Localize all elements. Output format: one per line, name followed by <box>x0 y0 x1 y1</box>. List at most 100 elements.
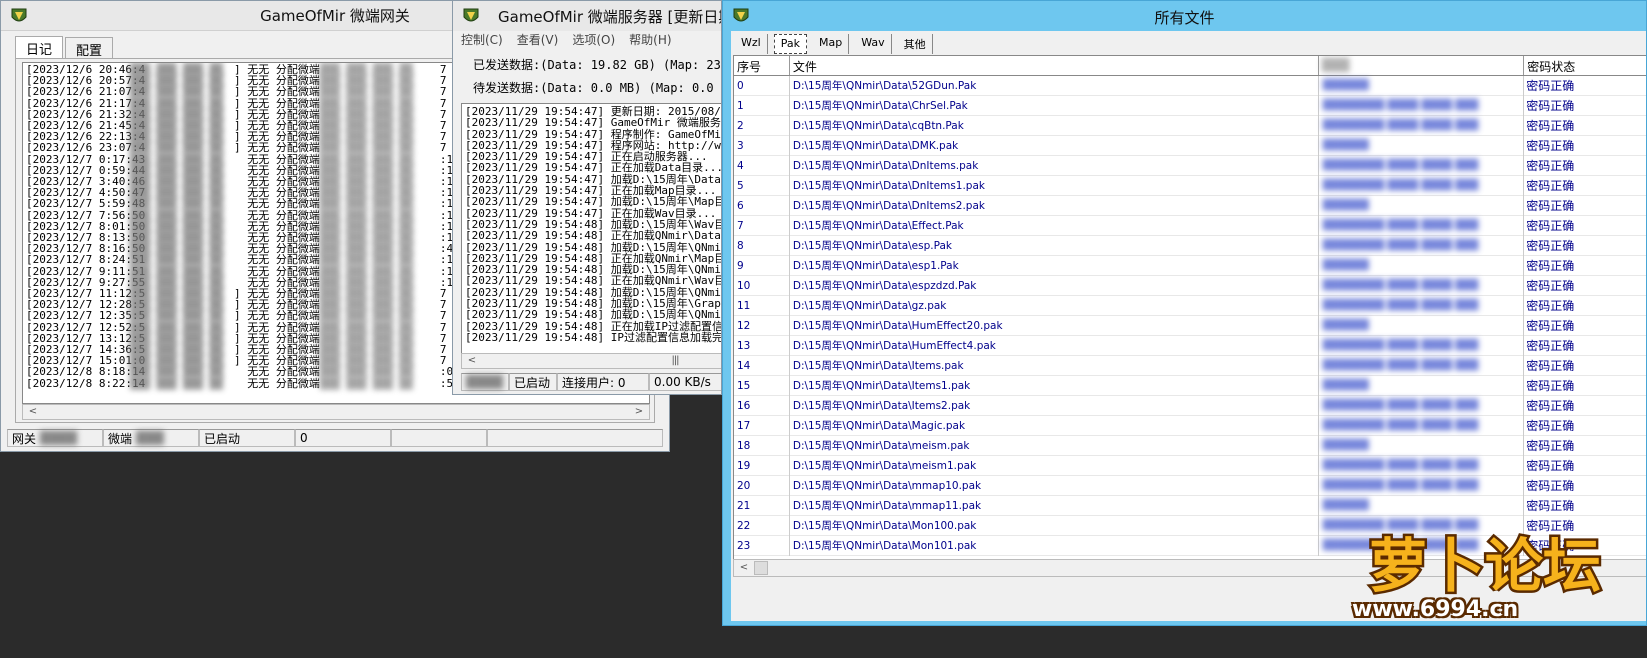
cell-blurred: ████████ ████ ████ ███ <box>1319 95 1525 116</box>
log-line: [2023/11/29 19:54:48] 正在加载QNmir\Data目录. <box>465 229 722 243</box>
cell-no: 0 <box>734 75 790 96</box>
table-row[interactable]: 16 D:\15周年\QNmir\Data\Items2.pak ████████ … <box>734 395 1646 416</box>
cell-no: 7 <box>734 215 790 236</box>
table-row[interactable]: 6 D:\15周年\QNmir\Data\DnItems2.pak ██████ 密码… <box>734 195 1646 216</box>
table-row[interactable]: 5 D:\15周年\QNmir\Data\DnItems1.pak ████████… <box>734 175 1646 196</box>
scroll-left-icon[interactable]: < <box>464 354 480 368</box>
server-window: GameOfMir 微端服务器 [更新日期 控制(C) 查看(V) 选项(O) … <box>452 0 722 395</box>
tab-config[interactable]: 配置 <box>65 37 114 59</box>
cell-no: 20 <box>734 475 790 496</box>
cell-status: 密码正确 <box>1526 379 1575 393</box>
table-row[interactable]: 10 D:\15周年\QNmir\Data\espzdzd.Pak ████████… <box>734 275 1646 296</box>
table-row[interactable]: 7 D:\15周年\QNmir\Data\Effect.Pak ████████ █… <box>734 215 1646 236</box>
cell-status: 密码正确 <box>1526 299 1575 313</box>
cell-no: 21 <box>734 495 790 516</box>
table-row[interactable]: 9 D:\15周年\QNmir\Data\esp1.Pak ██████ 密码正确 <box>734 255 1646 276</box>
table-row[interactable]: 11 D:\15周年\QNmir\Data\gz.pak ████████ ████… <box>734 295 1646 316</box>
cell-blurred: ██████ <box>1319 315 1525 336</box>
menu-control[interactable]: 控制(C) <box>461 31 503 51</box>
col-status-header[interactable]: 密码状态 <box>1524 56 1646 75</box>
table-row[interactable]: 2 D:\15周年\QNmir\Data\cqBtn.Pak ████████ ██… <box>734 115 1646 136</box>
cell-no: 16 <box>734 395 790 416</box>
gateway-title: GameOfMir 微端网关 <box>260 7 410 25</box>
status-state: 已启动 <box>199 429 295 447</box>
server-title: GameOfMir 微端服务器 [更新日期 <box>498 7 722 26</box>
cell-blurred: ██████ <box>1319 375 1525 396</box>
files-table: 序号 文件 ███ 密码状态 0 D:\15周年\QNmir\Data\52GDu… <box>733 55 1646 567</box>
watermark-text: 萝卜论坛 <box>1369 532 1601 600</box>
cell-status: 密码正确 <box>1526 359 1575 373</box>
cell-blurred: ████████ ████ ████ ███ <box>1319 475 1525 496</box>
cell-no: 12 <box>734 315 790 336</box>
table-row[interactable]: 14 D:\15周年\QNmir\Data\Items.pak ████████ █… <box>734 355 1646 376</box>
tab-wzl[interactable]: Wzl <box>735 34 768 54</box>
cell-status: 密码正确 <box>1526 219 1575 233</box>
gateway-hscrollbar[interactable]: < > <box>22 404 650 420</box>
server-log[interactable]: [2023/11/29 19:54:47] 更新日期: 2015/08/08 [2… <box>461 103 722 355</box>
cell-blurred: ████████ ████ ████ ███ <box>1319 115 1525 136</box>
cell-blurred: ████████ ████ ████ ███ <box>1319 155 1525 176</box>
table-row[interactable]: 15 D:\15周年\QNmir\Data\Items1.pak ██████ 密码正… <box>734 375 1646 396</box>
table-row[interactable]: 17 D:\15周年\QNmir\Data\Magic.pak ████████ █… <box>734 415 1646 436</box>
cell-file: D:\15周年\QNmir\Data\52GDun.Pak <box>790 75 1319 96</box>
table-row[interactable]: 21 D:\15周年\QNmir\Data\mmap11.pak ██████ 密码正… <box>734 495 1646 516</box>
files-titlebar[interactable]: 所有文件 <box>723 1 1646 33</box>
cell-no: 17 <box>734 415 790 436</box>
cell-blurred: ██████ <box>1319 255 1525 276</box>
col-no-header[interactable]: 序号 <box>734 56 790 75</box>
cell-status: 密码正确 <box>1526 79 1575 93</box>
cell-file: D:\15周年\QNmir\Data\Items1.pak <box>790 375 1319 396</box>
table-row[interactable]: 8 D:\15周年\QNmir\Data\esp.Pak ████████ ████… <box>734 235 1646 256</box>
table-row[interactable]: 1 D:\15周年\QNmir\Data\ChrSel.Pak ████████ █… <box>734 95 1646 116</box>
scroll-thumb-grip-icon[interactable]: ||| <box>667 354 683 368</box>
table-row[interactable]: 12 D:\15周年\QNmir\Data\HumEffect20.pak ████… <box>734 315 1646 336</box>
table-row[interactable]: 20 D:\15周年\QNmir\Data\mmap10.pak ████████ … <box>734 475 1646 496</box>
menu-help[interactable]: 帮助(H) <box>629 31 671 51</box>
watermark-url: www.6994.cn <box>1352 597 1519 622</box>
col-blurred-header[interactable]: ███ <box>1319 56 1525 75</box>
connected-users: 连接用户: 0 <box>557 373 649 391</box>
files-tabs: Wzl Pak Map Wav 其他 <box>735 34 939 54</box>
cell-blurred: ██████ <box>1319 135 1525 156</box>
server-hscrollbar[interactable]: < ||| <box>461 353 721 369</box>
table-row[interactable]: 18 D:\15周年\QNmir\Data\meism.pak ██████ 密码正确 <box>734 435 1646 456</box>
server-titlebar[interactable]: GameOfMir 微端服务器 [更新日期 <box>453 1 721 31</box>
table-row[interactable]: 13 D:\15周年\QNmir\Data\HumEffect4.pak █████… <box>734 335 1646 356</box>
log-line: [2023/11/29 19:54:48] 加载D:\15周年\QNmir\Gr… <box>465 308 721 322</box>
table-row[interactable]: 0 D:\15周年\QNmir\Data\52GDun.Pak ██████ 密码正确 <box>734 75 1646 96</box>
cell-blurred: ██████ <box>1319 195 1525 216</box>
table-row[interactable]: 3 D:\15周年\QNmir\Data\DMK.pak ██████ 密码正确 <box>734 135 1646 156</box>
status-count: 0 <box>295 429 391 447</box>
cell-blurred: ████████ ████ ████ ███ <box>1319 395 1525 416</box>
tab-log[interactable]: 日记 <box>15 36 64 59</box>
cell-blurred: ████████ ████ ████ ███ <box>1319 335 1525 356</box>
table-row[interactable]: 4 D:\15周年\QNmir\Data\DnItems.pak ████████ … <box>734 155 1646 176</box>
cell-status: 密码正确 <box>1526 419 1575 433</box>
cell-status: 密码正确 <box>1526 99 1575 113</box>
server-menubar: 控制(C) 查看(V) 选项(O) 帮助(H) <box>461 31 686 51</box>
tab-other[interactable]: 其他 <box>898 34 933 54</box>
scroll-left-icon[interactable]: < <box>736 561 752 575</box>
tab-wav[interactable]: Wav <box>855 34 892 54</box>
cell-status: 密码正确 <box>1526 259 1575 273</box>
scroll-thumb[interactable] <box>754 561 768 575</box>
cell-status: 密码正确 <box>1526 479 1575 493</box>
cell-file: D:\15周年\QNmir\Data\meism1.pak <box>790 455 1319 476</box>
menu-options[interactable]: 选项(O) <box>572 31 615 51</box>
gateway-statusbar: 网关 ████ 微端 ███ 已启动 0 <box>7 429 663 447</box>
menu-view[interactable]: 查看(V) <box>517 31 559 51</box>
tab-pak[interactable]: Pak <box>773 34 807 54</box>
scroll-right-icon[interactable]: > <box>631 405 647 419</box>
log-line: [2023/11/29 19:54:47] GameOfMir 微端服务器 V <box>465 116 722 130</box>
table-row[interactable]: 19 D:\15周年\QNmir\Data\meism1.pak ████████ … <box>734 455 1646 476</box>
cell-blurred: ████████ ████ ████ ███ <box>1319 415 1525 436</box>
cell-no: 15 <box>734 375 790 396</box>
cell-file: D:\15周年\QNmir\Data\esp.Pak <box>790 235 1319 256</box>
cell-no: 9 <box>734 255 790 276</box>
scroll-left-icon[interactable]: < <box>25 405 41 419</box>
status-empty-2 <box>487 429 663 447</box>
col-file-header[interactable]: 文件 <box>790 56 1319 75</box>
cell-blurred: ████████ ████ ████ ███ <box>1319 275 1525 296</box>
cell-no: 18 <box>734 435 790 456</box>
tab-map[interactable]: Map <box>813 34 850 54</box>
